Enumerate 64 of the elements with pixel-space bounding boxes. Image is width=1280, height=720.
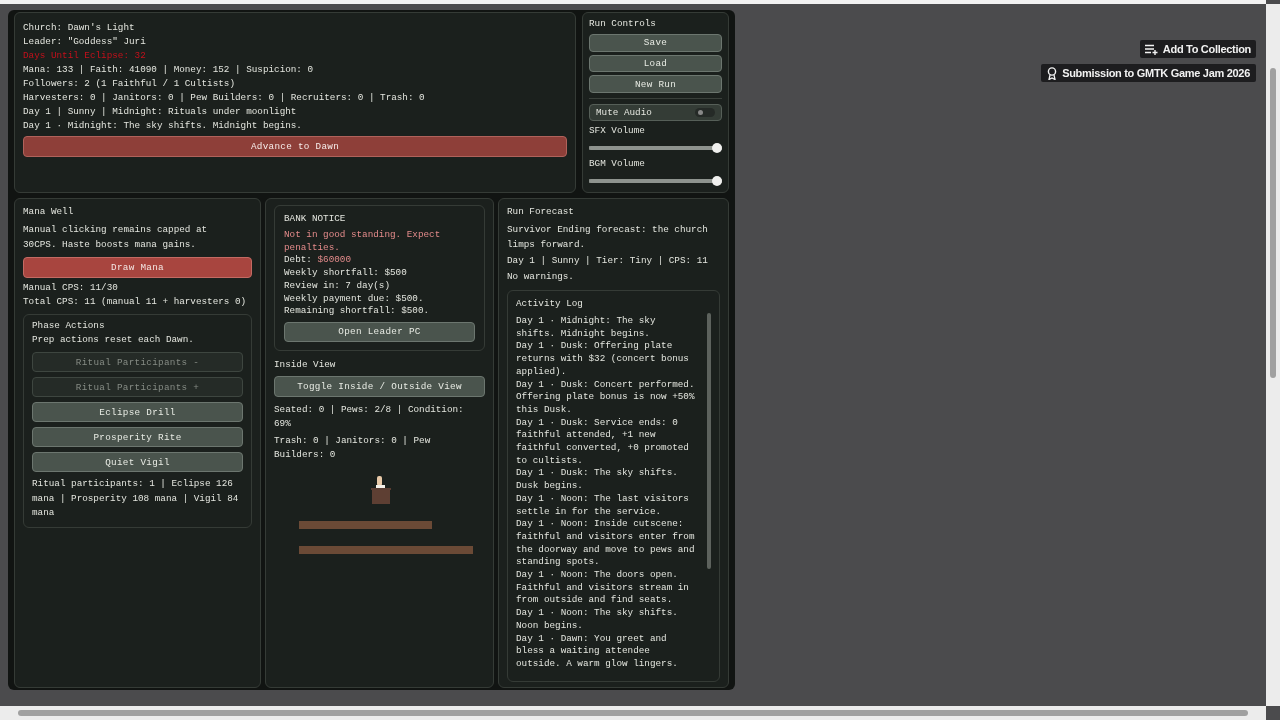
panel-title: Run Forecast xyxy=(507,205,575,219)
panel-title: Inside View xyxy=(274,357,337,372)
manual-cps: Manual CPS: 11/30 xyxy=(23,281,119,295)
slider-label: BGM Volume xyxy=(589,157,646,172)
bank-detail: Review in: 7 day(s) xyxy=(284,279,391,293)
mute-toggle[interactable]: Mute Audio xyxy=(589,103,722,121)
log-entry: Day 1 · Noon: The last visitors settle in for the service. xyxy=(516,492,690,519)
open-leader-pc-button[interactable]: Open Leader PC xyxy=(284,321,475,342)
advance-button[interactable]: Advance to Dawn xyxy=(23,136,567,157)
note-text: Prep actions reset each Dawn. xyxy=(32,333,195,347)
bank-detail: Weekly payment due: $500. xyxy=(284,292,425,306)
description-text: Manual clicking remains capped at 30CPS. Haste boosts mana gains. xyxy=(23,223,209,252)
slider-label: SFX Volume xyxy=(589,123,646,138)
log-scrollbar[interactable] xyxy=(707,313,711,569)
log-entry: Day 1 · Dusk: Offering plate returns with $32 (concert bonus applied). xyxy=(516,340,690,379)
action-button[interactable]: Quiet Vigil xyxy=(32,452,243,472)
seating-info: Seated: 0 | Pews: 2/8 | Condition: 69% xyxy=(274,402,465,432)
volume-slider[interactable] xyxy=(589,176,722,185)
total-cps: Total CPS: 11 (manual 11 + harvesters 0) xyxy=(23,295,248,309)
log-entry: Day 1 · Dusk: Service ends: 0 faithful attended, +1 new faithful converted, +0 promoted to cultists. xyxy=(516,416,690,468)
panel-title: Run Controls xyxy=(589,17,657,31)
pulpit-drawing xyxy=(371,475,391,504)
log-entry: Day 1 · Noon: The sky shifts. Noon begins. xyxy=(516,607,679,633)
control-button[interactable]: Load xyxy=(589,54,722,73)
phase-info: Day 1 | Sunny | Midnight: Rituals under moonlight xyxy=(23,105,298,119)
debt-amount: Debt: $60000 xyxy=(284,254,352,268)
toggle-label: Mute Audio xyxy=(596,106,652,118)
resource-stats: Mana: 133 | Faith: 41090 | Money: 152 | Suspicion: 0 xyxy=(23,63,315,77)
warnings-text: No warnings. xyxy=(507,270,575,284)
worker-stats: Harvesters: 0 | Janitors: 0 | Pew Builders: 0 | Recruiters: 0 | Trash: 0 xyxy=(23,91,426,105)
warning-text: Not in good standing. Expect penalties. xyxy=(284,229,442,255)
leader-name: Leader: "Goddess" Juri xyxy=(23,35,147,49)
forecast-text: Survivor Ending forecast: the church limps forward. xyxy=(507,223,709,252)
ritual-summary: Ritual participants: 1 | Eclipse 126 mana | Prosperity 108 mana | Vigil 84 mana xyxy=(32,477,240,520)
log-entry: Day 1 · Noon: The doors open. Faithful and visitors stream in from outside and find seats. xyxy=(516,569,690,608)
bank-detail: Remaining shortfall: $500. xyxy=(284,305,431,318)
toggle-view-button[interactable]: Toggle Inside / Outside View xyxy=(274,375,485,397)
horizontal-scrollbar[interactable] xyxy=(0,706,1266,720)
log-entry: Day 1 · Dusk: Concert performed. Offering plate bonus is now +50% this Dusk. xyxy=(516,378,696,417)
log-entry: Day 1 · Dusk: The sky shifts. Dusk begins. xyxy=(516,467,679,493)
panel-title: Mana Well xyxy=(23,205,75,219)
last-event: Day 1 · Midnight: The sky shifts. Midnight begins. xyxy=(23,119,303,133)
jam-badge-link[interactable]: Submission to GMTK Game Jam 2026 xyxy=(1041,64,1256,82)
log-entry: Day 1 · Midnight: The sky shifts. Midnight begins. xyxy=(516,315,657,341)
panel-title: Activity Log xyxy=(516,297,584,311)
church-name: Church: Dawn's Light xyxy=(23,21,136,35)
panel-title: BANK NOTICE xyxy=(284,212,347,226)
panel-title: Phase Actions xyxy=(32,319,106,333)
staff-info: Trash: 0 | Janitors: 0 | Pew Builders: 0 xyxy=(274,433,432,463)
action-button[interactable]: Eclipse Drill xyxy=(32,402,243,422)
control-button[interactable]: Save xyxy=(589,34,722,52)
award-icon xyxy=(1047,66,1058,80)
log-entry: Day 1 · Dawn: You greet and bless a waiting attendee outside. A warm glow lingers. xyxy=(516,632,679,671)
action-button[interactable]: Prosperity Rite xyxy=(32,427,243,447)
forecast-summary: Day 1 | Sunny | Tier: Tiny | CPS: 11 xyxy=(507,254,709,268)
add-to-collection-button[interactable]: Add To Collection xyxy=(1139,40,1256,58)
bank-detail: Weekly shortfall: $500 xyxy=(284,267,408,280)
vertical-scrollbar[interactable] xyxy=(1266,4,1280,706)
follower-stats: Followers: 2 (1 Faithful / 1 Cultists) xyxy=(23,77,236,91)
eclipse-countdown: Days Until Eclipse: 32 xyxy=(23,49,147,63)
draw-mana-button[interactable]: Draw Mana xyxy=(23,257,252,278)
control-button[interactable]: New Run xyxy=(589,75,722,93)
playlist-add-icon xyxy=(1144,43,1158,55)
log-entry: Day 1 · Noon: Inside cutscene: faithful and visitors enter from the doorway and move to pews and standing spots. xyxy=(516,518,696,570)
